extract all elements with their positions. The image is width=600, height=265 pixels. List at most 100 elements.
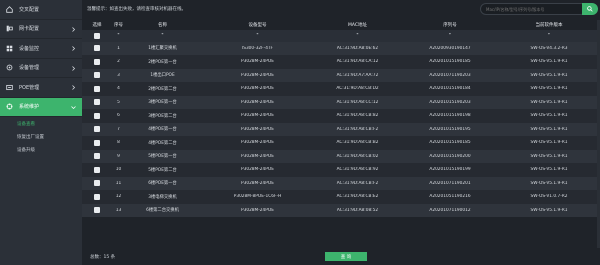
filter-index[interactable]: *	[112, 33, 125, 38]
cell-serial: A20201015190203	[429, 99, 471, 105]
table-row[interactable]: 3 1楼出口POE P3028M-24POE AC:31:9D:A7:AA:72 A20…	[82, 68, 598, 82]
cell-version: SW-OS-V5.1.9-R1	[530, 126, 568, 132]
row-checkbox[interactable]	[94, 112, 100, 119]
sidebar-subitem-device-upgrade[interactable]: 设备升级	[0, 143, 82, 156]
row-checkbox[interactable]	[94, 139, 100, 146]
cell-name: 1楼出口POE	[150, 73, 175, 79]
sidebar-item-maintenance[interactable]: 系统维护	[0, 97, 82, 117]
table-row[interactable]: 6 3楼POE第二台 P3028M-24POE AC:31:9D:A8:CB:82 A2…	[82, 109, 598, 123]
sidebar-item-label: 网卡配置	[19, 26, 40, 33]
row-checkbox[interactable]	[94, 45, 100, 52]
cell-serial: A20201015190199	[429, 167, 471, 173]
cell-mac: AC:31:9D:A8:CB:D2	[336, 86, 379, 92]
row-checkbox[interactable]	[94, 153, 100, 160]
header-model: 设备型号	[248, 22, 267, 28]
table-header-row: 选择 序号 名称 设备型号 MAC地址 序列号 当前软件版本	[82, 19, 598, 30]
table-row[interactable]: 4 2楼POE第二台 P3028M-24POE AC:31:9D:A8:CB:D2 A2…	[82, 82, 598, 96]
cell-model: P3028M-24POE	[241, 113, 274, 119]
cell-version: SW-OS-V5.1.9-R1	[530, 59, 568, 65]
table-row[interactable]: 9 5楼POE第一台 P3028M-24POE AC:31:9D:A8:CB:02 A2…	[82, 149, 598, 163]
device-table: 选择 序号 名称 设备型号 MAC地址 序列号 当前软件版本 * * * * *…	[82, 19, 598, 217]
monitor-icon	[5, 44, 13, 52]
cell-model: P3028M-24POE	[241, 59, 274, 65]
select-all-cell	[82, 32, 112, 39]
filter-version[interactable]: *	[500, 33, 598, 38]
table-row[interactable]: 2 2楼POE第一台 P3028M-24POE AC:31:9D:A8:CA:12 A2…	[82, 55, 598, 69]
cell-mac: AC:31:9D:A8:CB:92	[336, 167, 379, 173]
chevron-down-icon	[71, 105, 76, 109]
sidebar: 交叉配置 网卡配置 设备监控 设备管理 POE管理 系统维护 设备查看 恢复出厂…	[0, 0, 82, 265]
select-all-checkbox[interactable]	[94, 32, 100, 39]
app-window: 交叉配置 网卡配置 设备监控 设备管理 POE管理 系统维护 设备查看 恢复出厂…	[0, 0, 600, 265]
header-mac: MAC地址	[347, 22, 368, 28]
table-row[interactable]: 12 3楼电梯交换机 P3028M-8POE-1C6F-H AC:31:9D:A8:C…	[82, 190, 598, 204]
cell-name: 6楼第二台交换机	[146, 208, 179, 214]
row-checkbox[interactable]	[94, 180, 100, 187]
cell-mac: AC:31:9D:A8:0E:62	[336, 45, 379, 51]
table-row[interactable]: 7 4楼POE第一台 P3028M-24POE AC:31:9D:A8:CB:F2 A2…	[82, 122, 598, 136]
select-cell	[82, 139, 112, 146]
cell-name: 4楼POE第一台	[148, 127, 177, 133]
cell-name: 5楼POE第一台	[148, 154, 177, 160]
sidebar-item-label: POE管理	[19, 84, 40, 91]
filter-name[interactable]: *	[125, 33, 200, 38]
cell-model: P3028M-24POE	[241, 207, 274, 213]
query-button[interactable]: 查 询	[325, 252, 367, 261]
cell-index: 2	[117, 59, 120, 65]
cell-version: SW-OS-V5.1.9-R1	[530, 207, 568, 213]
cell-mac: AC:31:9D:A8:CB:82	[336, 113, 379, 119]
cell-index: 4	[117, 86, 120, 92]
cell-index: 11	[115, 180, 122, 186]
sidebar-item-network-card[interactable]: 网卡配置	[0, 20, 82, 39]
row-checkbox[interactable]	[94, 126, 100, 133]
topbar: 温馨提示：如查出失败，请检查审核对机器在线。	[82, 0, 600, 20]
table-row[interactable]: 11 6楼POE第一台 P3028M-24POE AC:31:9D:A8:CB:F2 A…	[82, 176, 598, 190]
select-cell	[82, 180, 112, 187]
cell-version: SW-OS-V1.0.7-R2	[530, 194, 568, 200]
cell-version: SW-OS-V5.1.9-R1	[530, 113, 568, 119]
row-checkbox[interactable]	[94, 85, 100, 92]
select-cell	[82, 85, 112, 92]
cell-serial: A20200930190147	[429, 45, 471, 51]
sidebar-item-label: 设备管理	[19, 65, 40, 72]
sidebar-subitem-factory-reset[interactable]: 恢复出厂设置	[0, 130, 82, 143]
row-checkbox[interactable]	[94, 72, 100, 79]
table-row[interactable]: 8 4楼POE第二台 P3028M-24POE AC:31:9D:A8:CB:B2 A2…	[82, 136, 598, 150]
cell-serial: A20201015190185	[429, 140, 471, 146]
search-input[interactable]	[480, 3, 587, 15]
table-row[interactable]: 5 3楼POE第一台 P3028M-24POE AC:31:9D:A8:CC:12 A2…	[82, 95, 598, 109]
row-checkbox[interactable]	[94, 166, 100, 173]
table-row[interactable]: 13 6楼第二台交换机 P3028M-24POE AC:31:9D:A8:08:52 A…	[82, 203, 598, 217]
table-row[interactable]: 10 5楼POE第二台 P3028M-24POE AC:31:9D:A8:CB:92 A…	[82, 163, 598, 177]
cell-index: 13	[115, 207, 122, 213]
cell-mac: AC:31:9D:A8:CA:12	[336, 59, 379, 65]
filter-model[interactable]: *	[200, 33, 315, 38]
cell-index: 8	[117, 140, 120, 146]
sidebar-item-device-monitor[interactable]: 设备监控	[0, 39, 82, 59]
filter-serial[interactable]: *	[400, 33, 500, 38]
header-index: 序号	[114, 22, 123, 28]
cell-name: 3楼电梯交换机	[148, 194, 177, 200]
filter-mac[interactable]: *	[315, 33, 400, 38]
table-row[interactable]: 1 1楼汇聚交换机 IS300-32F-4TF AC:31:9D:A8:0E:62 A2…	[82, 41, 598, 55]
cell-name: 2楼POE第二台	[148, 86, 177, 92]
home-icon	[5, 5, 13, 13]
row-checkbox[interactable]	[94, 58, 100, 65]
row-checkbox[interactable]	[94, 99, 100, 106]
sidebar-item-cross-config[interactable]: 交叉配置	[0, 0, 82, 20]
cell-mac: AC:31:9D:A8:08:52	[336, 207, 379, 213]
search-button[interactable]	[582, 3, 598, 15]
cell-mac: AC:31:9D:A8:CB:F2	[336, 126, 379, 132]
cell-mac: AC:31:9D:A8:CB:E2	[336, 194, 379, 200]
cell-serial: A20201015190198	[429, 113, 471, 119]
sidebar-item-device-manage[interactable]: 设备管理	[0, 59, 82, 78]
cell-version: SW-OS-V5.1.9-R1	[530, 72, 568, 78]
sidebar-item-poe[interactable]: POE管理	[0, 78, 82, 98]
sidebar-subitem-device-view[interactable]: 设备查看	[0, 117, 82, 130]
select-cell	[82, 99, 112, 106]
header-select: 选择	[92, 22, 102, 28]
row-checkbox[interactable]	[94, 193, 100, 200]
cell-serial: A20201071190012	[429, 207, 471, 213]
table-filter-row: * * * * * *	[82, 30, 598, 42]
row-checkbox[interactable]	[94, 207, 100, 214]
